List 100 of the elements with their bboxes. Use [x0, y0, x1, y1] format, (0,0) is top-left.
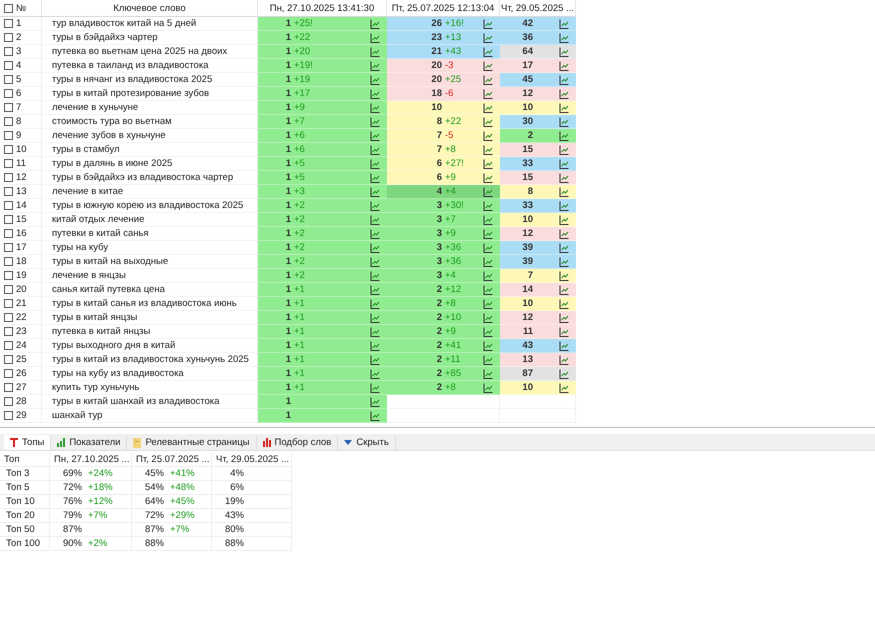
checkbox[interactable]	[4, 75, 13, 84]
checkbox[interactable]	[4, 383, 13, 392]
column-header[interactable]: Пн, 27.10.2025 ...	[50, 453, 132, 467]
panel-tab[interactable]: Топы	[4, 435, 52, 450]
line-chart-icon[interactable]	[370, 102, 380, 112]
checkbox[interactable]	[4, 229, 13, 238]
line-chart-icon[interactable]	[483, 116, 493, 126]
line-chart-icon[interactable]	[559, 74, 569, 84]
line-chart-icon[interactable]	[483, 144, 493, 154]
line-chart-icon[interactable]	[483, 214, 493, 224]
checkbox[interactable]	[4, 4, 13, 12]
line-chart-icon[interactable]	[559, 354, 569, 364]
line-chart-icon[interactable]	[483, 354, 493, 364]
line-chart-icon[interactable]	[483, 256, 493, 266]
line-chart-icon[interactable]	[370, 256, 380, 266]
checkbox[interactable]	[4, 145, 13, 154]
line-chart-icon[interactable]	[559, 60, 569, 70]
line-chart-icon[interactable]	[483, 242, 493, 252]
line-chart-icon[interactable]	[483, 382, 493, 392]
line-chart-icon[interactable]	[559, 298, 569, 308]
line-chart-icon[interactable]	[559, 256, 569, 266]
checkbox[interactable]	[4, 173, 13, 182]
line-chart-icon[interactable]	[370, 88, 380, 98]
checkbox[interactable]	[4, 61, 13, 70]
line-chart-icon[interactable]	[370, 368, 380, 378]
line-chart-icon[interactable]	[370, 284, 380, 294]
line-chart-icon[interactable]	[370, 410, 380, 420]
line-chart-icon[interactable]	[370, 116, 380, 126]
line-chart-icon[interactable]	[370, 186, 380, 196]
checkbox[interactable]	[4, 117, 13, 126]
line-chart-icon[interactable]	[370, 228, 380, 238]
line-chart-icon[interactable]	[370, 382, 380, 392]
line-chart-icon[interactable]	[559, 46, 569, 56]
line-chart-icon[interactable]	[483, 228, 493, 238]
checkbox[interactable]	[4, 103, 13, 112]
line-chart-icon[interactable]	[370, 396, 380, 406]
line-chart-icon[interactable]	[559, 242, 569, 252]
line-chart-icon[interactable]	[483, 326, 493, 336]
line-chart-icon[interactable]	[370, 298, 380, 308]
line-chart-icon[interactable]	[370, 242, 380, 252]
line-chart-icon[interactable]	[370, 270, 380, 280]
column-header[interactable]: Чт, 29.05.2025 ...	[500, 0, 576, 17]
line-chart-icon[interactable]	[559, 32, 569, 42]
column-header[interactable]: Пт, 25.07.2025 12:13:04	[387, 0, 500, 17]
line-chart-icon[interactable]	[370, 340, 380, 350]
checkbox[interactable]	[4, 131, 13, 140]
checkbox[interactable]	[4, 257, 13, 266]
line-chart-icon[interactable]	[370, 214, 380, 224]
checkbox[interactable]	[4, 187, 13, 196]
line-chart-icon[interactable]	[483, 46, 493, 56]
line-chart-icon[interactable]	[370, 130, 380, 140]
line-chart-icon[interactable]	[559, 102, 569, 112]
line-chart-icon[interactable]	[370, 354, 380, 364]
checkbox[interactable]	[4, 341, 13, 350]
checkbox[interactable]	[4, 355, 13, 364]
line-chart-icon[interactable]	[483, 284, 493, 294]
line-chart-icon[interactable]	[559, 340, 569, 350]
line-chart-icon[interactable]	[370, 60, 380, 70]
checkbox[interactable]	[4, 159, 13, 168]
line-chart-icon[interactable]	[559, 144, 569, 154]
column-header[interactable]: Ключевое слово	[42, 0, 258, 17]
line-chart-icon[interactable]	[483, 32, 493, 42]
line-chart-icon[interactable]	[370, 172, 380, 182]
line-chart-icon[interactable]	[559, 200, 569, 210]
line-chart-icon[interactable]	[370, 74, 380, 84]
checkbox[interactable]	[4, 47, 13, 56]
checkbox[interactable]	[4, 299, 13, 308]
checkbox[interactable]	[4, 243, 13, 252]
line-chart-icon[interactable]	[370, 144, 380, 154]
checkbox[interactable]	[4, 313, 13, 322]
line-chart-icon[interactable]	[370, 46, 380, 56]
checkbox[interactable]	[4, 285, 13, 294]
checkbox[interactable]	[4, 215, 13, 224]
line-chart-icon[interactable]	[559, 18, 569, 28]
line-chart-icon[interactable]	[559, 284, 569, 294]
line-chart-icon[interactable]	[483, 130, 493, 140]
line-chart-icon[interactable]	[370, 326, 380, 336]
column-header[interactable]: Топ	[0, 453, 50, 467]
line-chart-icon[interactable]	[483, 200, 493, 210]
checkbox[interactable]	[4, 411, 13, 420]
line-chart-icon[interactable]	[483, 158, 493, 168]
column-header[interactable]: Чт, 29.05.2025 ...	[212, 453, 292, 467]
line-chart-icon[interactable]	[483, 74, 493, 84]
line-chart-icon[interactable]	[559, 214, 569, 224]
line-chart-icon[interactable]	[559, 172, 569, 182]
line-chart-icon[interactable]	[370, 312, 380, 322]
column-header[interactable]: №	[16, 2, 26, 14]
line-chart-icon[interactable]	[559, 116, 569, 126]
line-chart-icon[interactable]	[559, 158, 569, 168]
checkbox[interactable]	[4, 19, 13, 28]
checkbox[interactable]	[4, 33, 13, 42]
checkbox[interactable]	[4, 369, 13, 378]
line-chart-icon[interactable]	[559, 326, 569, 336]
checkbox[interactable]	[4, 327, 13, 336]
checkbox[interactable]	[4, 397, 13, 406]
line-chart-icon[interactable]	[483, 368, 493, 378]
line-chart-icon[interactable]	[483, 270, 493, 280]
line-chart-icon[interactable]	[483, 312, 493, 322]
line-chart-icon[interactable]	[559, 368, 569, 378]
line-chart-icon[interactable]	[559, 88, 569, 98]
